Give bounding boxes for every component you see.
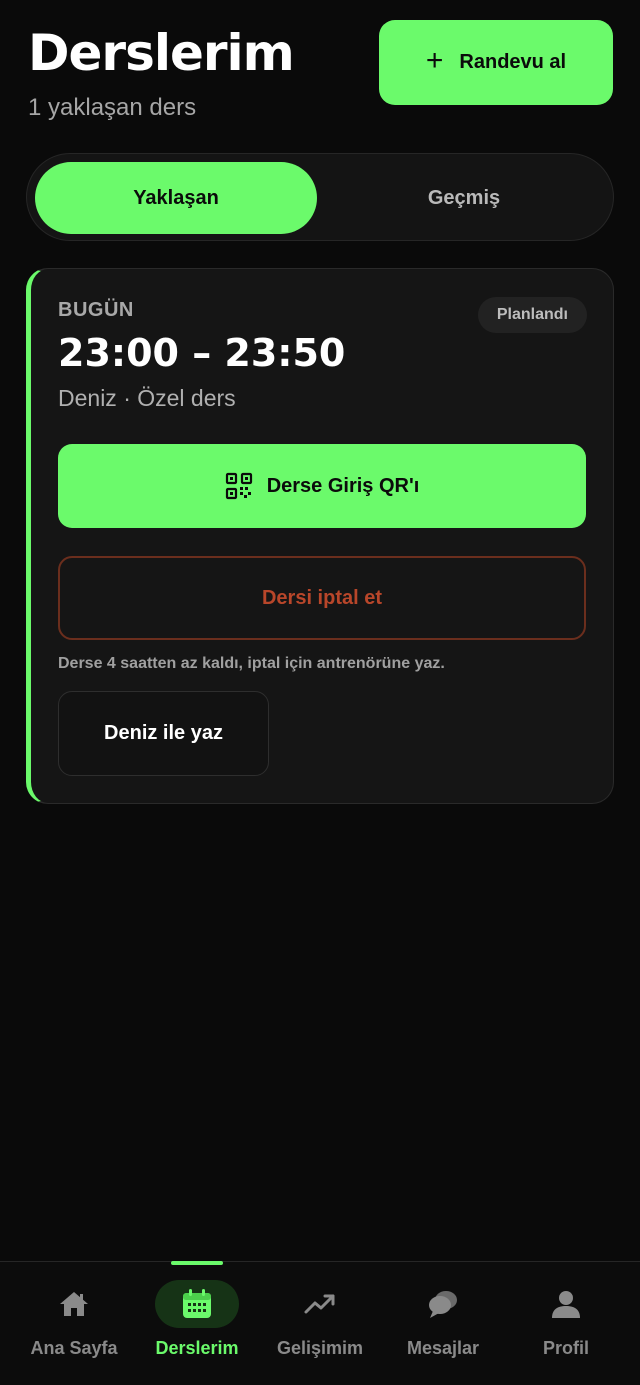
status-badge: Planlandı (477, 297, 587, 333)
calendar-icon (183, 1289, 211, 1318)
plus-icon: + (425, 44, 444, 77)
nav-label-messages: Mesajlar (406, 1338, 480, 1358)
lesson-time: 23:00 – 23:50 (58, 331, 346, 375)
message-trainer-button[interactable]: Deniz ile yaz (58, 691, 269, 776)
lesson-card: BUGÜN Planlandı 23:00 – 23:50 Deniz · Öz… (26, 268, 614, 804)
active-tab-indicator (171, 1261, 223, 1265)
nav-item-home[interactable]: Ana Sayfa (12, 1280, 136, 1376)
lesson-info: Deniz · Özel ders (58, 385, 236, 411)
tab-upcoming[interactable]: Yaklaşan (35, 162, 317, 234)
nav-label-home: Ana Sayfa (30, 1338, 118, 1358)
cancel-note: Derse 4 saatten az kaldı, iptal için ant… (58, 655, 445, 672)
tab-past[interactable]: Geçmiş (323, 162, 605, 234)
entry-qr-button[interactable]: Derse Giriş QR'ı (58, 444, 586, 528)
nav-label-profile: Profil (542, 1338, 589, 1358)
qr-code-icon (225, 472, 252, 500)
upcoming-count: 1 yaklaşan ders (28, 94, 197, 121)
nav-label-progress: Gelişimim (276, 1338, 364, 1358)
page-title: Derslerim (28, 24, 295, 82)
cancel-lesson-button[interactable]: Dersi iptal et (58, 556, 586, 640)
trend-up-icon (304, 1294, 335, 1314)
lessons-screen: Derslerim 1 yaklaşan ders + Randevu al Y… (0, 0, 640, 1385)
book-appointment-label: Randevu al (459, 51, 567, 73)
nav-label-lessons: Derslerim (155, 1338, 239, 1358)
nav-item-lessons[interactable]: Derslerim (135, 1280, 259, 1376)
nav-item-profile[interactable]: Profil (504, 1280, 628, 1376)
lesson-tabs: Yaklaşan Geçmiş (26, 153, 614, 241)
book-appointment-button[interactable]: + Randevu al (379, 20, 613, 105)
entry-qr-label: Derse Giriş QR'ı (266, 474, 420, 497)
nav-item-messages[interactable]: Mesajlar (381, 1280, 505, 1376)
bottom-nav: Ana Sayfa Derslerim Gelişimim Mesajlar P… (0, 1261, 640, 1385)
chat-bubbles-icon (429, 1291, 457, 1318)
home-icon (60, 1292, 88, 1316)
status-label: Planlandı (496, 306, 568, 323)
user-icon (552, 1291, 580, 1318)
nav-item-progress[interactable]: Gelişimim (258, 1280, 382, 1376)
lesson-day: BUGÜN (58, 299, 134, 321)
